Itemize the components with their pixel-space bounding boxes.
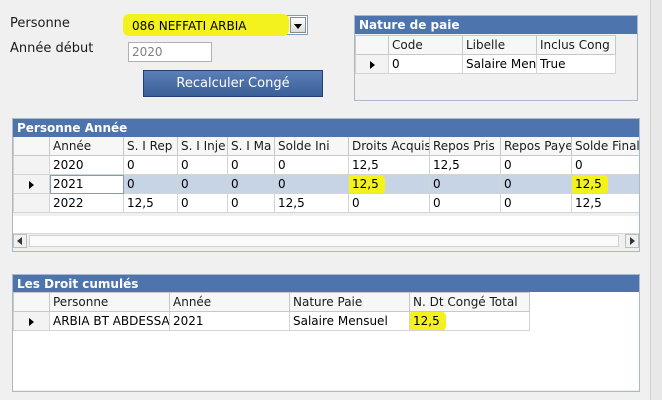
scroll-right-icon[interactable] [625,234,639,248]
highlighted-value: 12,5 [413,314,440,328]
cell[interactable]: 0 [177,155,228,175]
vertical-scrollbar[interactable] [650,0,662,400]
cell[interactable]: 0 [571,155,639,175]
annee-debut-input[interactable]: 2020 [128,42,212,62]
column-header[interactable]: Nature Paie [289,292,410,312]
cell[interactable]: 12,5 [274,193,349,213]
chevron-down-icon[interactable] [290,17,306,33]
cell[interactable]: 0 [177,174,228,194]
row-indicator [13,311,50,331]
column-header[interactable]: Année [49,137,124,156]
personne-label: Personne [10,16,70,31]
column-header[interactable]: Inclus Cong [536,35,616,55]
personne-combobox[interactable]: 086 NEFFATI ARBIA [123,14,308,36]
personne-annee-title: Personne Année [13,119,639,137]
cell[interactable]: 12,5 [123,193,178,213]
cell[interactable]: Salaire Mensuel [289,311,410,331]
highlighted-value: 12,5 [575,177,602,191]
table-row[interactable]: 0 Salaire Men True [355,54,616,74]
cell[interactable]: 0 [227,174,275,194]
cell[interactable]: ARBIA BT ABDESSA [49,311,170,331]
cell[interactable]: 2020 [49,155,124,175]
column-header[interactable]: S. I Ma [227,137,275,156]
row-pointer-icon [29,180,34,189]
column-header[interactable]: Solde Final [571,137,639,156]
table-header-row: Code Libelle Inclus Cong [355,35,616,55]
cell[interactable]: 0 [123,174,178,194]
cell[interactable]: 0 [177,193,228,213]
cell[interactable]: 0 [123,155,178,175]
row-indicator [355,54,389,74]
cell[interactable]: True [536,54,616,74]
cell[interactable]: 0 [429,174,501,194]
cell[interactable]: 0 [500,174,572,194]
scroll-thumb[interactable] [29,235,619,247]
cell[interactable]: 0 [227,155,275,175]
nature-paie-table: Code Libelle Inclus Cong 0 Salaire Men T… [355,35,616,74]
cell[interactable]: 12,5 [348,174,430,194]
column-header[interactable]: Année [169,292,290,312]
row-indicator [13,174,50,194]
column-header[interactable]: Libelle [462,35,537,55]
cell[interactable]: 0 [500,193,572,213]
droit-cumules-panel: Les Droit cumulés Personne Année Nature … [12,274,640,392]
annee-debut-label: Année début [10,41,94,56]
cell[interactable]: 0 [227,193,275,213]
cell[interactable]: 2022 [49,193,124,213]
cell[interactable]: 2021 [49,174,124,194]
personne-annee-table: Année S. I Rep S. I Inje S. I Ma Solde I… [13,137,639,213]
row-pointer-icon [29,317,34,326]
row-indicator [13,155,50,175]
cell[interactable]: 0 [274,155,349,175]
table-header-row: Année S. I Rep S. I Inje S. I Ma Solde I… [13,137,639,156]
table-row-selected[interactable]: 2021 0 0 0 0 12,5 0 0 12,5 [13,174,639,194]
cell[interactable]: 0 [348,193,430,213]
column-header[interactable]: Repos Pris [429,137,501,156]
column-header[interactable]: S. I Rep [123,137,178,156]
table-row[interactable]: 2022 12,5 0 0 12,5 0 0 0 12,5 [13,193,639,213]
droit-cumules-title: Les Droit cumulés [13,275,639,293]
cell[interactable]: 12,5 [571,193,639,213]
column-header[interactable]: Droits Acquis [348,137,430,156]
column-header[interactable]: S. I Inje [177,137,228,156]
nature-paie-panel: Nature de paie Code Libelle Inclus Cong … [354,15,638,101]
nature-paie-title: Nature de paie [355,16,637,34]
row-indicator [13,193,50,213]
table-header-row: Personne Année Nature Paie N. Dt Congé T… [13,292,530,312]
cell[interactable]: 12,5 [409,311,530,331]
cell[interactable]: 12,5 [348,155,430,175]
scroll-left-icon[interactable] [13,234,27,248]
highlighted-value: 12,5 [352,177,379,191]
horizontal-scrollbar[interactable] [13,233,639,248]
cell[interactable]: 12,5 [571,174,639,194]
column-header[interactable]: Repos Paye [500,137,572,156]
grid-empty-area [13,216,639,233]
row-pointer-icon [369,60,375,69]
column-header[interactable]: N. Dt Congé Total [409,292,530,312]
cell[interactable]: 0 [500,155,572,175]
table-row[interactable]: ARBIA BT ABDESSA 2021 Salaire Mensuel 12… [13,311,530,331]
cell[interactable]: 0 [429,193,501,213]
column-header[interactable]: Personne [49,292,170,312]
cell[interactable]: 2021 [169,311,290,331]
personne-value: 086 NEFFATI ARBIA [132,19,247,33]
cell[interactable]: 0 [388,54,463,74]
cell[interactable]: 12,5 [429,155,501,175]
droit-cumules-table: Personne Année Nature Paie N. Dt Congé T… [13,292,530,331]
column-header[interactable]: Code [388,35,463,55]
cell[interactable]: 0 [274,174,349,194]
table-row[interactable]: 2020 0 0 0 0 12,5 12,5 0 0 [13,155,639,175]
column-header[interactable]: Solde Ini [274,137,349,156]
cell[interactable]: Salaire Men [462,54,537,74]
personne-annee-panel: Personne Année Année S. I Rep S. I Inje … [12,118,640,252]
recalculer-conge-button[interactable]: Recalculer Congé [143,70,323,97]
